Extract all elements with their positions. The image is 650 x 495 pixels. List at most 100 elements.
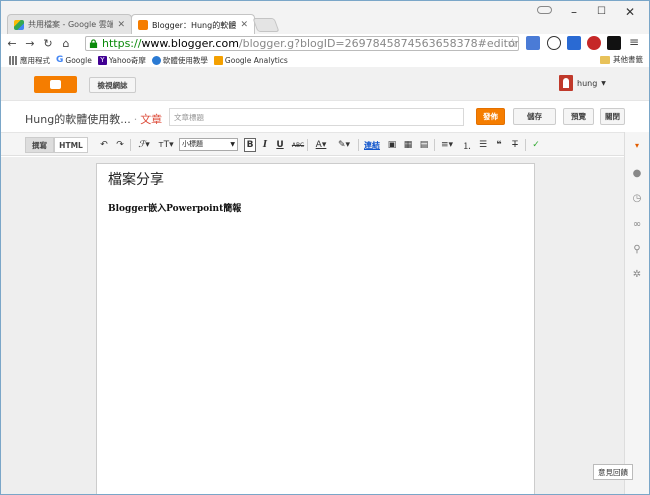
close-tab-icon[interactable]: ✕ (117, 20, 125, 30)
new-tab-button[interactable] (252, 18, 280, 32)
italic-icon[interactable]: I (260, 138, 270, 152)
image-icon[interactable]: ▣ (386, 138, 398, 152)
user-name: hung (577, 78, 598, 88)
tab-google-drive[interactable]: 共用檔案 - Google 雲端硬碟 ✕ (7, 14, 132, 34)
post-kind: 文章 (140, 113, 163, 126)
collapse-icon[interactable]: ▾ (631, 140, 643, 152)
adblock-extension-icon[interactable] (587, 36, 601, 50)
blogger-page: 檢視網誌 hung ▼ Hung的軟體使用教... · 文章 文章標題 發佈 儲存 … (1, 67, 649, 494)
font-size-icon[interactable]: тT▾ (157, 138, 175, 152)
publish-button[interactable]: 發佈 (476, 108, 505, 125)
other-bookmarks-label: 其他書籤 (613, 55, 643, 64)
profile-icon[interactable] (537, 6, 552, 14)
bookmark-yahoo[interactable]: Y Yahoo奇摩 (97, 55, 146, 66)
spell-check-icon[interactable]: ✓ (530, 138, 542, 152)
post-title-input[interactable]: 文章標題 (169, 108, 464, 126)
redo-icon[interactable]: ↷ (115, 138, 125, 152)
account-menu[interactable]: hung ▼ (559, 75, 606, 91)
highlight-color-icon[interactable]: ✎▾ (335, 138, 353, 152)
bookmark-star-icon[interactable]: ☆ (507, 36, 518, 50)
address-bar[interactable]: https://www.blogger.com/blogger.g?blogID… (85, 36, 519, 51)
blog-breadcrumb: Hung的軟體使用教... · 文章 (25, 111, 162, 127)
close-tab-icon[interactable]: ✕ (240, 20, 248, 30)
breadcrumb-separator: · (133, 113, 138, 126)
bookmark-label: Google Analytics (224, 55, 288, 65)
jump-break-icon[interactable]: ▤ (418, 138, 430, 152)
folder-icon (600, 55, 610, 64)
post-body-editor[interactable]: 檔案分享 Blogger嵌入Powerpoint簡報 (96, 163, 535, 494)
post-settings-sidebar: ▾ ● ◷ ∞ ⚲ ✲ (624, 132, 649, 494)
strikethrough-icon[interactable]: ABC (291, 138, 305, 152)
permalink-link-icon[interactable]: ∞ (631, 219, 643, 231)
editor-toolbar: 撰寫 HTML ↶ ↷ ℱ▾ тT▾ 小標題 ▼ B I U ABC A▾ ✎▾ … (1, 132, 624, 156)
minimize-button[interactable]: – (571, 5, 577, 19)
quote-icon[interactable]: ❝ (493, 138, 505, 152)
format-select[interactable]: 小標題 ▼ (179, 138, 238, 151)
format-select-value: 小標題 (182, 140, 203, 148)
yahoo-icon: Y (97, 55, 107, 65)
align-icon[interactable]: ≡▾ (438, 138, 456, 152)
bookmark-analytics[interactable]: Google Analytics (213, 55, 288, 65)
blogger-logo-button[interactable] (34, 76, 77, 93)
underline-icon[interactable]: U (275, 138, 285, 152)
font-family-icon[interactable]: ℱ▾ (135, 138, 153, 152)
menu-icon[interactable]: ≡ (629, 35, 639, 49)
extension-icon[interactable] (547, 36, 561, 50)
blogger-header: 檢視網誌 hung ▼ (1, 67, 649, 101)
schedule-clock-icon[interactable]: ◷ (631, 193, 643, 205)
labels-tag-icon[interactable]: ● (631, 168, 643, 180)
tab-blogger[interactable]: Blogger：Hung的軟體使用教學 ✕ (131, 14, 255, 35)
save-button[interactable]: 儲存 (513, 108, 556, 125)
home-icon[interactable]: ⌂ (59, 37, 73, 50)
blog-name[interactable]: Hung的軟體使用教... (25, 113, 131, 126)
dark-extension-icon[interactable] (607, 36, 621, 50)
lock-icon (89, 39, 98, 48)
maximize-button[interactable]: ☐ (597, 6, 606, 17)
browser-window: 共用檔案 - Google 雲端硬碟 ✕ Blogger：Hung的軟體使用教學… (0, 0, 650, 495)
tab-label: Blogger：Hung的軟體使用教學 (152, 20, 237, 30)
content-paragraph: Blogger嵌入Powerpoint簡報 (108, 204, 242, 214)
toolbar-divider (307, 139, 308, 151)
blogger-b-icon (50, 80, 61, 89)
post-title-row: Hung的軟體使用教... · 文章 文章標題 發佈 儲存 預覽 關閉 (1, 102, 649, 132)
content-heading: 檔案分享 (108, 172, 164, 188)
bookmark-google[interactable]: G Google (56, 55, 92, 65)
translate-extension-icon[interactable] (526, 36, 540, 50)
link-button[interactable]: 連結 (363, 138, 381, 152)
text-color-icon[interactable]: A▾ (312, 138, 330, 152)
feedback-button[interactable]: 意見回饋 (593, 464, 633, 480)
close-window-button[interactable]: ✕ (625, 5, 635, 19)
html-mode-button[interactable]: HTML (54, 137, 88, 153)
video-icon[interactable]: ▦ (402, 138, 414, 152)
bookmark-software[interactable]: 軟體使用教學 (151, 55, 208, 66)
editor-canvas: 檔案分享 Blogger嵌入Powerpoint簡報 (1, 157, 624, 494)
google-drive-icon (14, 19, 24, 30)
url-path: /blogger.g?blogID=2697845874563658378#ed… (238, 37, 519, 50)
toolbar-divider (358, 139, 359, 151)
s-extension-icon[interactable] (567, 36, 581, 50)
title-bar: 共用檔案 - Google 雲端硬碟 ✕ Blogger：Hung的軟體使用教學… (1, 1, 649, 35)
bold-icon[interactable]: B (244, 138, 256, 152)
chevron-down-icon: ▼ (601, 79, 606, 87)
view-blog-button[interactable]: 檢視網誌 (89, 77, 136, 93)
url-host: www.blogger.com (141, 37, 239, 50)
back-icon[interactable]: ← (5, 37, 19, 50)
other-bookmarks[interactable]: 其他書籤 (600, 54, 643, 65)
compose-mode-button[interactable]: 撰寫 (25, 137, 54, 153)
browser-toolbar: ← → ↻ ⌂ https://www.blogger.com/blogger.… (1, 34, 649, 53)
reload-icon[interactable]: ↻ (41, 37, 55, 50)
forward-icon[interactable]: → (23, 37, 37, 50)
close-button[interactable]: 關閉 (600, 108, 625, 125)
location-pin-icon[interactable]: ⚲ (631, 244, 643, 256)
bookmark-apps[interactable]: 應用程式 (9, 55, 50, 66)
toolbar-divider (130, 139, 131, 151)
options-gear-icon[interactable]: ✲ (631, 269, 643, 281)
numbered-list-icon[interactable]: ⒈ (461, 138, 473, 152)
bulleted-list-icon[interactable]: ☰ (477, 138, 489, 152)
preview-button[interactable]: 預覽 (563, 108, 594, 125)
software-icon (151, 55, 161, 65)
remove-formatting-icon[interactable]: T (509, 138, 521, 152)
bookmark-label: 應用程式 (20, 55, 50, 65)
undo-icon[interactable]: ↶ (99, 138, 109, 152)
tab-label: 共用檔案 - Google 雲端硬碟 (28, 20, 114, 29)
